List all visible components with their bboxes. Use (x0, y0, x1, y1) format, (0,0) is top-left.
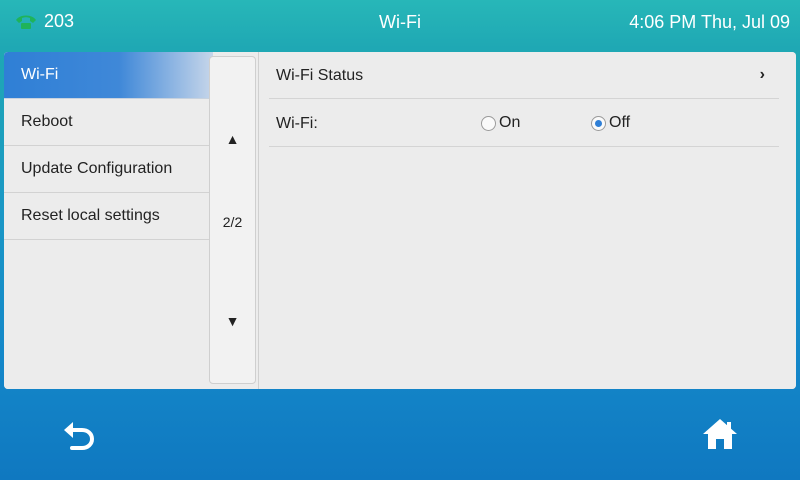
radio-label-off: Off (609, 114, 631, 131)
wifi-toggle-row: Wi-Fi: On Off (269, 100, 779, 147)
menu-item-label: Reboot (21, 113, 73, 130)
radio-label-on: On (499, 114, 521, 131)
home-icon[interactable] (700, 416, 740, 452)
back-icon[interactable] (60, 418, 100, 454)
status-bar: 203 Wi-Fi 4:06 PM Thu, Jul 09 (0, 0, 800, 46)
menu-item-label: Reset local settings (21, 207, 160, 224)
bottom-bar (0, 390, 800, 480)
menu-item-reboot[interactable]: Reboot (4, 99, 213, 146)
menu-item-update-configuration[interactable]: Update Configuration (4, 146, 213, 193)
side-menu: Wi-Fi Reboot Update Configuration Reset … (4, 52, 213, 389)
settings-content: Wi-Fi Status › Wi-Fi: On Off (259, 52, 796, 389)
wifi-status-label: Wi-Fi Status (276, 67, 364, 84)
menu-item-reset-local-settings[interactable]: Reset local settings (4, 193, 213, 240)
clock: 4:06 PM Thu, Jul 09 (629, 12, 790, 32)
radio-circle (481, 115, 496, 131)
menu-item-label: Update Configuration (21, 160, 173, 177)
chevron-right-icon: › (759, 66, 765, 83)
page-up-icon[interactable]: ▲ (210, 131, 255, 147)
menu-item-wifi[interactable]: Wi-Fi (4, 52, 213, 99)
wifi-toggle-label: Wi-Fi: (276, 115, 318, 132)
wifi-on-radio[interactable]: On (481, 114, 520, 132)
page-down-icon[interactable]: ▼ (210, 313, 255, 329)
wifi-status-row[interactable]: Wi-Fi Status › (269, 52, 779, 99)
wifi-off-radio[interactable]: Off (591, 114, 630, 132)
radio-circle-checked (591, 115, 606, 131)
menu-pager: ▲ 2/2 ▼ (209, 56, 256, 384)
page-indicator: 2/2 (222, 214, 243, 230)
main-panel: Wi-Fi Reboot Update Configuration Reset … (4, 52, 796, 389)
menu-item-label: Wi-Fi (21, 66, 59, 83)
